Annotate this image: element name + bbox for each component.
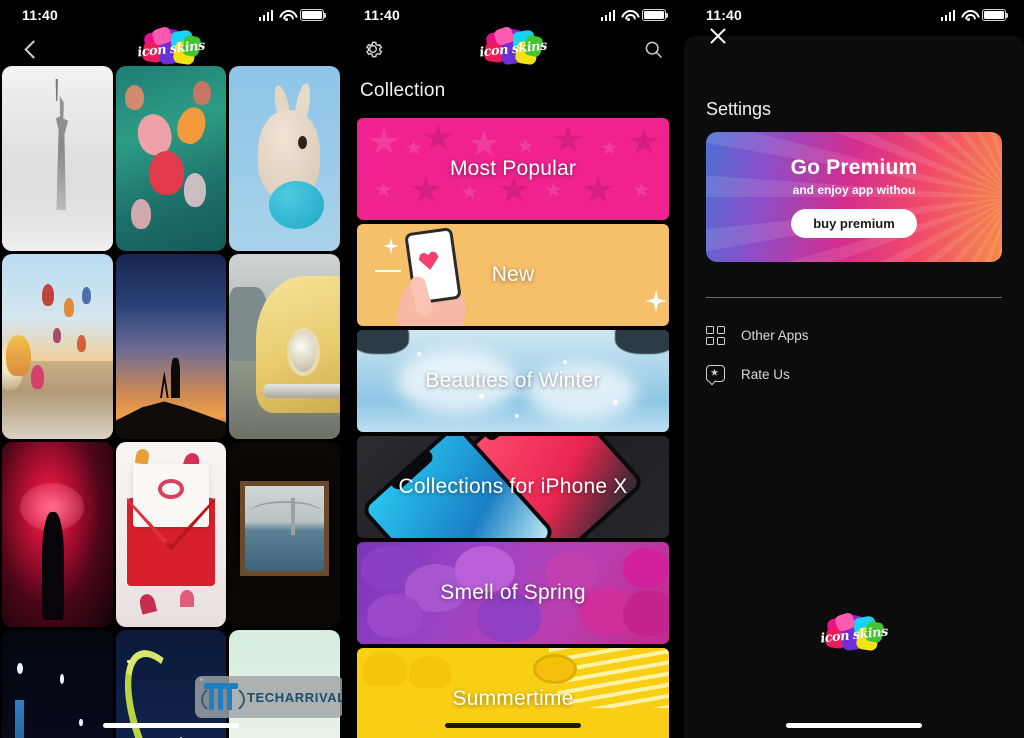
collection-card-smell-of-spring[interactable]: Smell of Spring	[357, 542, 669, 644]
wallpaper-bunny-easter-egg[interactable]	[229, 66, 340, 251]
signal-bars-icon	[258, 9, 273, 21]
premium-heading: Go Premium	[790, 156, 918, 179]
premium-subheading: and enjoy app withou	[792, 183, 916, 197]
page-title: Collection	[360, 80, 446, 101]
gallery-navbar: icon skins	[0, 25, 342, 70]
wallpaper-love-letter[interactable]	[115, 442, 227, 627]
settings-item-rate-us[interactable]: Rate Us	[706, 365, 790, 386]
grid-apps-icon	[706, 326, 725, 345]
wifi-icon	[279, 10, 294, 22]
home-indicator[interactable]	[103, 723, 239, 728]
card-label: New	[491, 263, 535, 286]
screen-gallery: 11:40 icon skins TECHARRIVAL	[0, 0, 342, 738]
gear-icon	[366, 41, 383, 58]
app-logo-wordmark: icon skins	[478, 38, 548, 60]
wallpaper-statue-of-liberty[interactable]	[2, 66, 113, 251]
app-logo-wordmark: icon skins	[136, 38, 206, 60]
settings-divider	[706, 297, 1002, 298]
wifi-icon	[961, 10, 976, 22]
card-label: Beauties of Winter	[425, 369, 601, 392]
collection-card-most-popular[interactable]: Most Popular	[357, 118, 669, 220]
signal-bars-icon	[940, 9, 955, 21]
wallpaper-tulips[interactable]	[115, 66, 227, 251]
go-premium-banner[interactable]: Go Premium and enjoy app withou buy prem…	[706, 132, 1002, 262]
card-label: Smell of Spring	[440, 581, 586, 604]
signal-bars-icon	[600, 9, 615, 21]
card-label: Summertime	[452, 687, 574, 710]
status-bar: 11:40	[684, 0, 1024, 30]
status-icons	[940, 9, 1009, 22]
wallpaper-photographer-sunset[interactable]	[115, 254, 227, 439]
search-icon	[645, 41, 662, 58]
collection-card-collections-for-iphone-x[interactable]: Collections for iPhone X	[357, 436, 669, 538]
battery-icon	[982, 9, 1009, 21]
card-label: Collections for iPhone X	[398, 475, 628, 498]
rate-star-bubble-icon	[706, 365, 725, 386]
app-logo: icon skins	[136, 25, 206, 70]
back-button[interactable]	[16, 34, 46, 64]
collection-card-list: Most Popular New Beauties of Winter Coll…	[357, 118, 669, 738]
navbar-spacer	[296, 34, 326, 64]
screen-settings: 11:40 Settings Go Premium and enjoy app …	[684, 0, 1024, 738]
wallpaper-red-neon-silhouette[interactable]	[2, 442, 113, 627]
collection-card-new[interactable]: New	[357, 224, 669, 326]
settings-item-label: Other Apps	[741, 328, 809, 343]
settings-item-other-apps[interactable]: Other Apps	[706, 326, 809, 345]
status-time: 11:40	[22, 7, 59, 23]
wallpaper-bridge-window[interactable]	[229, 442, 340, 627]
app-logo-wordmark: icon skins	[819, 624, 889, 646]
chevron-left-icon	[23, 39, 43, 59]
search-button[interactable]	[638, 34, 668, 64]
status-icons	[600, 9, 669, 22]
status-time: 11:40	[706, 7, 743, 23]
settings-button[interactable]	[358, 34, 388, 64]
techarrival-watermark: TECHARRIVAL	[195, 676, 342, 718]
home-indicator[interactable]	[786, 723, 922, 728]
three-phone-screenshots: 11:40 icon skins TECHARRIVAL 11:40 icon …	[0, 0, 1024, 738]
wallpaper-hot-air-balloons[interactable]	[2, 254, 113, 439]
sparkle-icon	[645, 290, 667, 312]
status-bar: 11:40	[342, 0, 684, 30]
battery-icon	[300, 9, 327, 21]
battery-icon	[642, 9, 669, 21]
wallpaper-yellow-beetle-car[interactable]	[229, 254, 340, 439]
app-logo: icon skins	[478, 25, 548, 70]
card-label: Most Popular	[449, 157, 577, 180]
settings-item-label: Rate Us	[741, 367, 790, 382]
status-time: 11:40	[364, 7, 401, 23]
collection-navbar: icon skins	[342, 25, 684, 70]
wallpaper-grid	[0, 66, 342, 738]
settings-title: Settings	[706, 99, 772, 119]
status-icons	[258, 9, 327, 22]
buy-premium-button[interactable]: buy premium	[791, 209, 917, 238]
status-bar: 11:40	[0, 0, 342, 30]
watermark-text: TECHARRIVAL	[247, 689, 342, 705]
sparkle-icon	[383, 238, 399, 254]
collection-card-beauties-of-winter[interactable]: Beauties of Winter	[357, 330, 669, 432]
app-logo-footer: icon skins	[819, 611, 889, 656]
wifi-icon	[621, 10, 636, 22]
wallpaper-night-city[interactable]	[2, 630, 113, 738]
techarrival-pillar-icon	[201, 681, 245, 715]
screen-collection: 11:40 icon skins Collection Most Popular…	[342, 0, 684, 738]
home-indicator[interactable]	[445, 723, 581, 728]
